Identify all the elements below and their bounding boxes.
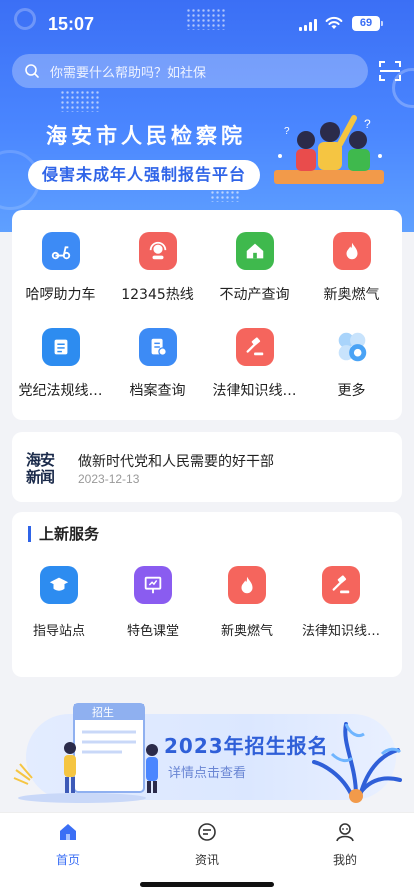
service-label: 法律知识线… (212, 383, 297, 399)
scan-icon[interactable] (378, 59, 402, 83)
enrollment-illustration: 招生 (13, 703, 158, 803)
service-label: 新奥燃气 (220, 624, 273, 639)
service-feature-class[interactable]: 特色课堂 (108, 566, 198, 639)
new-services-section: 上新服务 指导站点 特色课堂 新奥燃气 法律知识线… (12, 512, 402, 677)
tab-profile[interactable]: 我的 (305, 821, 385, 868)
status-bar: 15:07 69 (0, 0, 414, 50)
tab-news[interactable]: 资讯 (167, 821, 247, 868)
home-icon (60, 824, 76, 840)
svg-text:?: ? (364, 117, 371, 131)
wifi-icon (325, 16, 343, 29)
search-icon (25, 64, 39, 78)
service-label: 法律知识线… (301, 624, 380, 639)
service-guide-station[interactable]: 指导站点 (14, 566, 104, 639)
quick-services-grid: 哈啰助力车 12345热线 不动产查询 新奥燃气 党纪法规线… 档案查询 法律知… (12, 210, 402, 420)
hero-banner: 15:07 69 你需要什么帮助吗？如社保 海安市人民检察院 侵害未成年人强制报… (0, 0, 414, 232)
svg-text:?: ? (284, 126, 290, 137)
profile-icon (336, 823, 354, 842)
decorative-dots (60, 90, 100, 112)
banner-subtitle: 详情点击查看 (168, 766, 247, 781)
graduation-cap-icon (40, 566, 78, 604)
tab-label: 我的 (332, 853, 357, 867)
service-legal-knowledge[interactable]: 法律知识线… (296, 566, 386, 639)
news-logo: 海安 新闻 (26, 452, 62, 488)
gavel-icon (322, 566, 360, 604)
home-indicator (140, 882, 274, 887)
battery-icon: 69 (352, 16, 383, 31)
service-gas[interactable]: 新奥燃气 (202, 566, 292, 639)
service-hotline[interactable]: 12345热线 (109, 232, 206, 304)
service-label: 党纪法规线… (18, 383, 103, 399)
scooter-icon (41, 232, 80, 270)
children-illustration: ? ? (274, 115, 384, 184)
cellular-signal-icon (299, 19, 319, 31)
search-placeholder: 你需要什么帮助吗？如社保 (50, 65, 207, 81)
tab-label: 资讯 (194, 853, 219, 867)
more-icon (333, 328, 371, 366)
plant-illustration (312, 722, 402, 803)
news-logo-line1: 海安 (26, 451, 55, 469)
service-legal-knowledge[interactable]: 法律知识线… (206, 328, 303, 400)
news-item[interactable]: 海安 新闻 做新时代党和人民需要的好干部 2023-12-13 (12, 432, 402, 502)
tab-label: 首页 (55, 853, 80, 867)
gavel-icon (235, 328, 274, 366)
service-label: 12345热线 (121, 287, 194, 303)
house-icon (235, 232, 274, 270)
banner-tag: 招生 (92, 705, 114, 719)
flame-icon (332, 232, 371, 270)
regulation-icon (41, 328, 80, 366)
service-more[interactable]: 更多 (303, 328, 400, 400)
service-label: 特色课堂 (126, 624, 179, 639)
classroom-icon (134, 566, 172, 604)
news-title: 做新时代党和人民需要的好干部 (78, 454, 274, 470)
archive-icon (138, 328, 177, 366)
service-label: 不动产查询 (219, 287, 290, 303)
report-platform-button[interactable]: 侵害未成年人强制报告平台 (28, 160, 261, 190)
enrollment-banner[interactable]: 招生 2023年招生报名 详情点击查看 (12, 700, 402, 804)
service-property[interactable]: 不动产查询 (206, 232, 303, 304)
service-regulations[interactable]: 党纪法规线… (12, 328, 109, 400)
hotline-icon (138, 232, 177, 270)
flame-icon (228, 566, 266, 604)
service-label: 指导站点 (32, 624, 85, 639)
tab-home[interactable]: 首页 (28, 821, 108, 868)
service-label: 新奥燃气 (323, 287, 380, 303)
news-date: 2023-12-13 (78, 472, 140, 486)
chat-icon (198, 823, 216, 841)
banner-title: 2023年招生报名 (164, 734, 329, 758)
page-title: 海安市人民检察院 (46, 124, 246, 148)
search-input[interactable]: 你需要什么帮助吗？如社保 (12, 54, 368, 88)
service-label: 哈啰助力车 (25, 287, 96, 303)
service-scooter[interactable]: 哈啰助力车 (12, 232, 109, 304)
news-logo-line2: 新闻 (26, 468, 55, 486)
section-title: 上新服务 (28, 526, 99, 542)
service-archive[interactable]: 档案查询 (109, 328, 206, 400)
service-label: 更多 (337, 383, 366, 399)
status-time: 15:07 (48, 14, 95, 34)
service-label: 档案查询 (129, 383, 186, 399)
service-gas[interactable]: 新奥燃气 (303, 232, 400, 304)
